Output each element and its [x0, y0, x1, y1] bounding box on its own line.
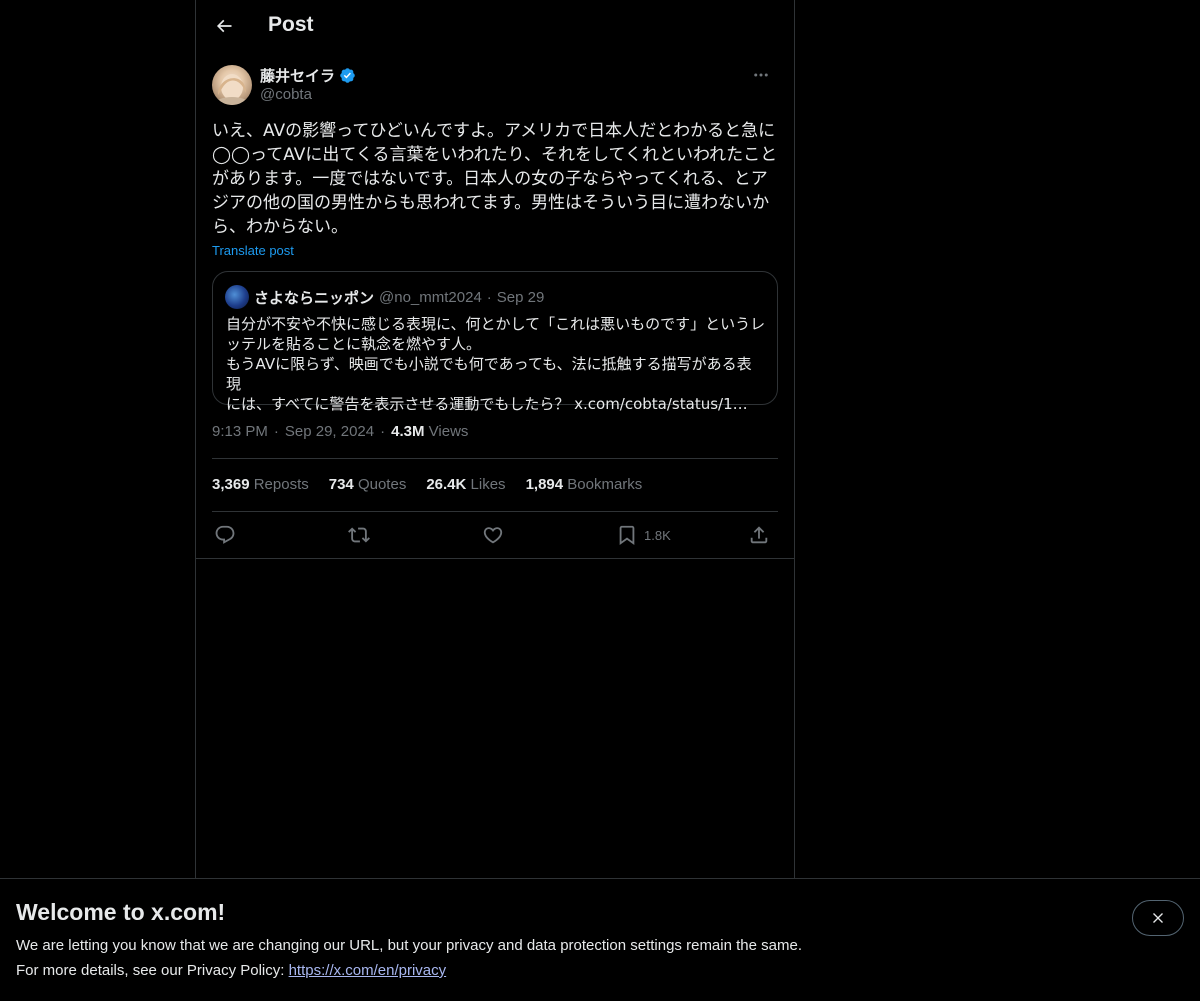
- banner-privacy-line: For more details, see our Privacy Policy…: [16, 962, 446, 979]
- heart-icon: [483, 527, 503, 544]
- stat-number: 734: [328, 476, 354, 493]
- avatar-image: [216, 74, 248, 105]
- post-date[interactable]: Sep 29, 2024: [285, 423, 374, 440]
- banner-message: We are letting you know that we are chan…: [16, 937, 802, 954]
- bookmark-button[interactable]: 1.8K: [616, 521, 671, 549]
- post-author: 藤井セイラ @cobta: [212, 64, 778, 108]
- bookmark-icon: [619, 525, 635, 546]
- more-horizontal-icon: [754, 73, 768, 77]
- author-name[interactable]: 藤井セイラ: [260, 65, 356, 86]
- bookmark-count: 1.8K: [644, 527, 671, 543]
- page-title: Post: [268, 13, 314, 36]
- post-stats: 3,369 Reposts 734 Quotes 26.4K Likes 1,8…: [212, 476, 642, 493]
- reply-icon: [215, 525, 235, 544]
- translate-post-link[interactable]: Translate post: [212, 243, 294, 258]
- stat-likes[interactable]: 26.4K Likes: [426, 476, 505, 493]
- privacy-policy-link[interactable]: https://x.com/en/privacy: [289, 962, 447, 979]
- post-time[interactable]: 9:13 PM: [212, 423, 268, 440]
- views-count: 4.3M: [391, 423, 425, 440]
- stat-label: Bookmarks: [567, 476, 643, 493]
- more-options-button[interactable]: [746, 64, 776, 86]
- quote-avatar: [225, 285, 249, 309]
- header: Post: [196, 0, 794, 53]
- quote-header: さよならニッポン @no_mmt2024 · Sep 29: [225, 285, 544, 309]
- stat-quotes[interactable]: 734 Quotes: [329, 476, 407, 493]
- url-change-banner: Welcome to x.com! We are letting you kno…: [0, 878, 1200, 1001]
- views-label: Views: [428, 423, 469, 440]
- quote-author-name: さよならニッポン: [254, 289, 375, 307]
- repost-icon: [348, 527, 370, 543]
- banner-close-button[interactable]: [1132, 900, 1184, 936]
- verified-badge-icon: [340, 68, 355, 83]
- stat-number: 3,369: [212, 476, 250, 493]
- divider: [196, 558, 794, 559]
- stat-number: 26.4K: [426, 476, 467, 493]
- share-icon: [750, 526, 768, 544]
- arrow-left-icon: [216, 19, 232, 33]
- quote-date: Sep 29: [496, 288, 545, 306]
- post-text: いえ、AVの影響ってひどいんですよ。アメリカで日本人だとわかると急に ◯◯ってA…: [212, 121, 778, 237]
- stat-label: Likes: [470, 476, 506, 493]
- meta-separator: ·: [273, 423, 279, 440]
- meta-separator: ·: [380, 423, 386, 440]
- quoted-post[interactable]: さよならニッポン @no_mmt2024 · Sep 29 自分が不安や不快に感…: [212, 271, 778, 413]
- post-meta: 9:13 PM · Sep 29, 2024 · 4.3M Views: [212, 423, 468, 440]
- post-actions: 1.8K: [212, 521, 778, 549]
- banner-privacy-prefix: For more details, see our Privacy Policy…: [16, 962, 289, 979]
- close-icon: [1153, 913, 1163, 923]
- banner-title: Welcome to x.com!: [16, 899, 226, 925]
- avatar[interactable]: [212, 65, 252, 105]
- reply-button[interactable]: [214, 521, 236, 549]
- stat-reposts[interactable]: 3,369 Reposts: [212, 476, 309, 493]
- stat-number: 1,894: [525, 476, 564, 493]
- stat-label: Reposts: [253, 476, 309, 493]
- back-button[interactable]: [210, 12, 238, 40]
- divider: [212, 511, 778, 512]
- stat-bookmarks[interactable]: 1,894 Bookmarks: [526, 476, 643, 493]
- quote-separator: ·: [486, 288, 492, 306]
- repost-button[interactable]: [348, 521, 370, 549]
- quote-author-handle: @no_mmt2024: [379, 288, 482, 306]
- divider: [212, 458, 778, 459]
- like-button[interactable]: [482, 521, 504, 549]
- stat-label: Quotes: [357, 476, 407, 493]
- author-handle[interactable]: @cobta: [260, 86, 312, 103]
- quote-text: 自分が不安や不快に感じる表現に、何とかして「これは悪いものです」というレ ッテル…: [226, 315, 766, 413]
- author-name-text: 藤井セイラ: [260, 68, 336, 85]
- share-button[interactable]: [748, 521, 770, 549]
- main-column: Post 藤井セイラ @cobta いえ、AVの影響ってひどいんですよ。アメリカ…: [195, 0, 795, 878]
